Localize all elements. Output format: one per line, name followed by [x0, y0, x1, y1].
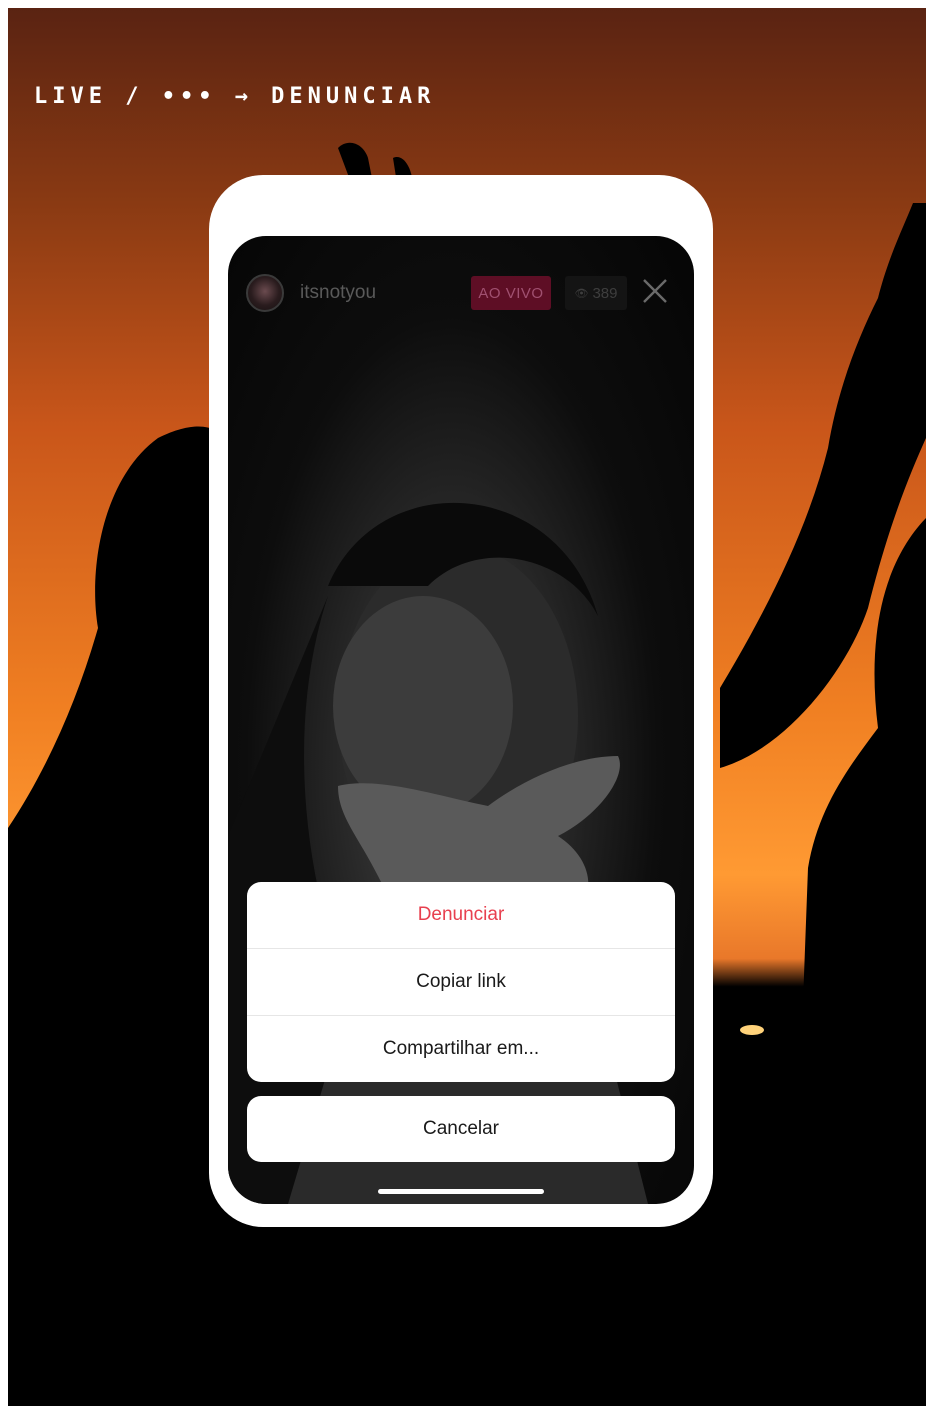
viewer-count-badge: 👁 389: [565, 276, 627, 310]
cancel-button[interactable]: Cancelar: [247, 1096, 675, 1162]
phone-frame: itsnotyou AO VIVO 👁 389 Denunciar Copiar…: [209, 175, 713, 1227]
viewer-count: 389: [592, 284, 618, 302]
live-top-bar: itsnotyou AO VIVO 👁 389: [228, 274, 694, 314]
avatar[interactable]: [246, 274, 284, 312]
report-button[interactable]: Denunciar: [247, 882, 675, 949]
eye-icon: 👁: [574, 287, 589, 300]
username[interactable]: itsnotyou: [300, 282, 376, 304]
home-indicator: [378, 1189, 544, 1194]
live-video-screen[interactable]: itsnotyou AO VIVO 👁 389 Denunciar Copiar…: [228, 236, 694, 1204]
copy-link-button[interactable]: Copiar link: [247, 949, 675, 1016]
share-to-button[interactable]: Compartilhar em...: [247, 1016, 675, 1082]
page-caption: LIVE / ••• → DENUNCIAR: [34, 84, 436, 109]
close-icon[interactable]: [638, 274, 672, 308]
action-sheet: Denunciar Copiar link Compartilhar em...: [247, 882, 675, 1082]
live-badge: AO VIVO: [471, 276, 551, 310]
